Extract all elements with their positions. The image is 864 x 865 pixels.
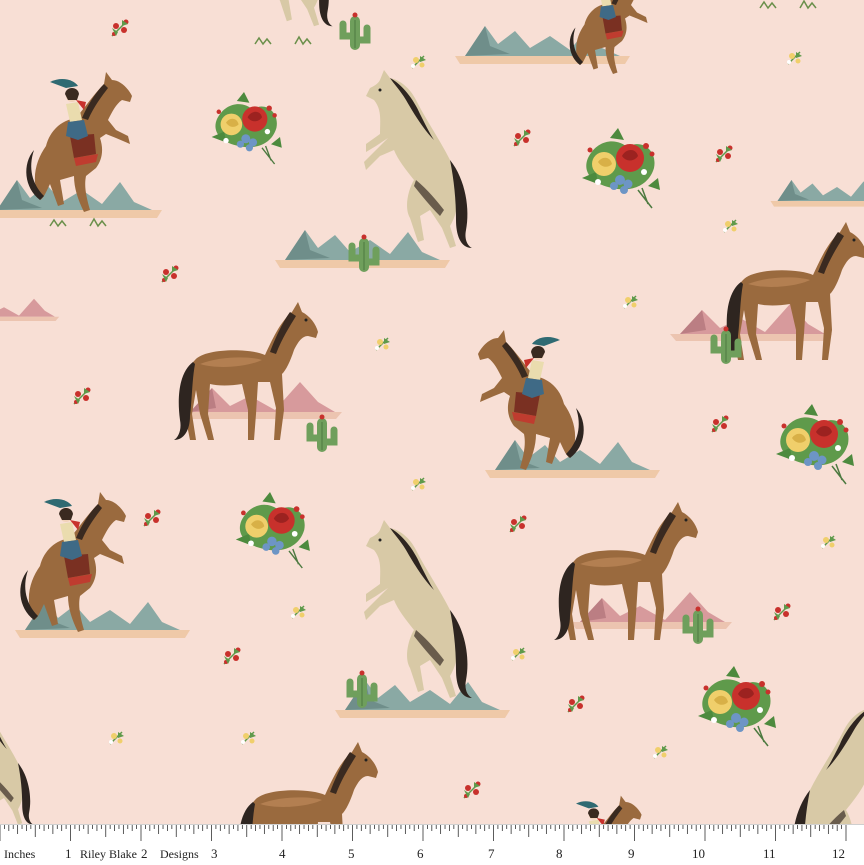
rider-horse-2 — [478, 330, 584, 470]
sprig-red-5 — [74, 388, 91, 405]
sprig-yellow-1 — [411, 56, 426, 68]
sprig-red-12 — [568, 696, 585, 713]
ruler-number-9: 9 — [628, 846, 635, 862]
rear-horse-top-partial — [241, 0, 333, 26]
cactus-2 — [310, 415, 334, 453]
sprig-red-2 — [514, 130, 531, 147]
sprig-yellow-3 — [723, 220, 738, 232]
ruler-number-3: 3 — [211, 846, 218, 862]
ruler-number-1: 1 — [65, 846, 72, 862]
ruler-number-4: 4 — [279, 846, 286, 862]
grass-1 — [50, 219, 106, 226]
rider-horse-bottom-partial — [557, 796, 642, 824]
bouquet-1 — [212, 92, 282, 164]
grass-top — [255, 37, 311, 44]
rider-horse-top-partial — [570, 0, 649, 74]
ruler-number-5: 5 — [348, 846, 355, 862]
ruler-number-6: 6 — [417, 846, 424, 862]
sprig-yellow-10 — [109, 732, 124, 744]
sprig-red-8 — [224, 648, 241, 665]
sprig-yellow-7 — [291, 606, 306, 618]
sprig-yellow-11 — [241, 732, 256, 744]
fabric-pattern-svg — [0, 0, 864, 824]
grass-top-right — [760, 1, 816, 8]
sprig-red-10 — [774, 604, 791, 621]
ruler-number-2: 2 — [141, 846, 148, 862]
sprig-yellow-12 — [653, 746, 668, 758]
palomino-bottom-right-partial — [788, 700, 864, 824]
bay-horse-bottom-partial — [234, 742, 378, 824]
sprig-red-3 — [716, 146, 733, 163]
sprig-red-11 — [464, 782, 481, 799]
ruler-number-7: 7 — [488, 846, 495, 862]
mountains-pink-left — [0, 299, 59, 321]
bouquet-2 — [582, 128, 660, 208]
sprig-yellow-4 — [375, 338, 390, 350]
sprig-red-1 — [112, 20, 129, 37]
ruler-number-11: 11 — [763, 846, 776, 862]
ruler-number-12: 12 — [832, 846, 845, 862]
sprig-red-6 — [712, 416, 729, 433]
ruler-number-8: 8 — [556, 846, 563, 862]
rearing-palomino-1 — [364, 70, 472, 248]
sprig-yellow-9 — [511, 648, 526, 660]
measuring-ruler: Inches Riley Blake Designs 1 2 3 4 5 6 7… — [0, 824, 864, 865]
sprig-red-9 — [510, 516, 527, 533]
sprig-red-7 — [144, 510, 161, 527]
fabric-print — [0, 0, 864, 824]
ruler-brand-right: Designs — [160, 847, 199, 862]
rearing-palomino-2 — [364, 520, 472, 698]
mountains-right-1 — [771, 180, 864, 207]
sprig-red-4 — [162, 266, 179, 283]
palomino-bottom-left-partial — [0, 700, 33, 824]
ruler-brand-left: Riley Blake — [80, 847, 137, 862]
ruler-number-10: 10 — [692, 846, 705, 862]
bouquet-3 — [776, 404, 854, 484]
bouquet-4 — [236, 492, 310, 568]
bay-horse-1 — [174, 302, 318, 440]
sprig-yellow-5 — [623, 296, 638, 308]
ruler-units-label: Inches — [4, 847, 35, 862]
cactus-top — [343, 13, 367, 51]
sprig-yellow-6 — [411, 478, 426, 490]
bouquet-5 — [698, 666, 776, 746]
sprig-yellow-2 — [787, 52, 802, 64]
sprig-yellow-8 — [821, 536, 836, 548]
